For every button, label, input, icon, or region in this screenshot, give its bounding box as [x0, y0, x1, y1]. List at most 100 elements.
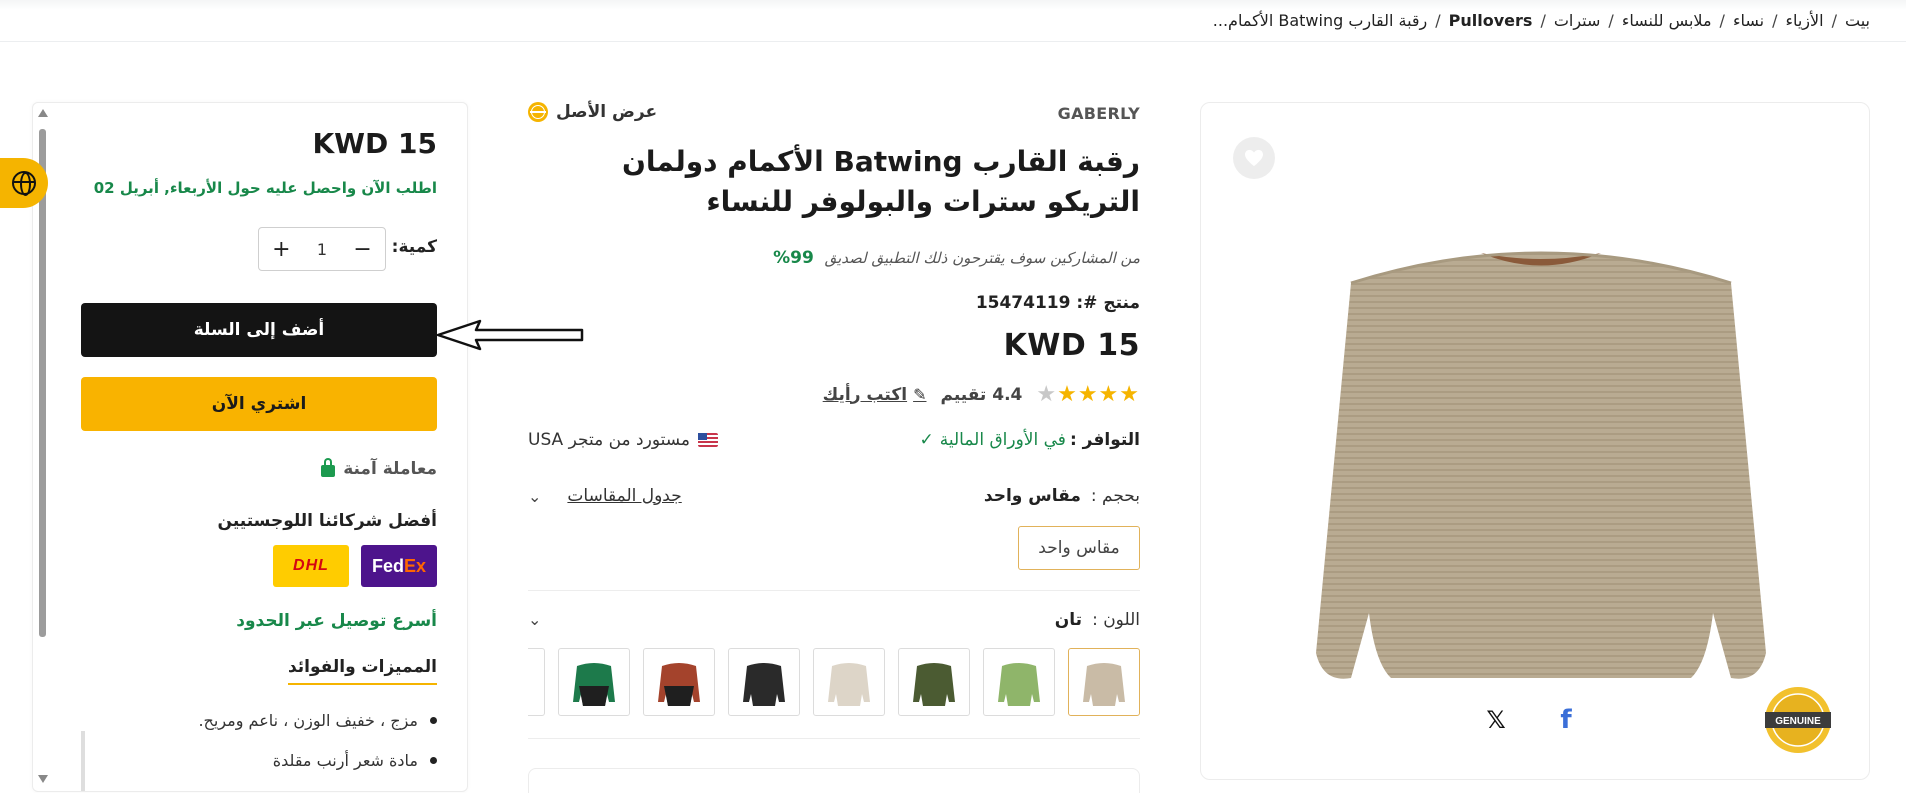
breadcrumb-sweaters[interactable]: سترات — [1554, 11, 1601, 30]
breadcrumb-home[interactable]: بيت — [1845, 11, 1870, 30]
color-label: اللون : تان — [1055, 610, 1140, 630]
buy-now-button[interactable]: اشتري الآن — [81, 377, 437, 431]
write-review-link[interactable]: ✎ اكتب رأيك — [823, 385, 927, 405]
view-original-label: عرض الأصل — [556, 102, 658, 122]
dhl-logo: DHL — [273, 545, 349, 587]
product-price: KWD 15 — [1003, 328, 1140, 363]
color-swatches — [528, 648, 1140, 716]
breadcrumb-separator: / — [1772, 11, 1778, 30]
recommend-text: من المشاركين سوف يقترحون ذلك التطبيق لصد… — [824, 249, 1140, 267]
star-half: ★ — [1036, 382, 1058, 407]
size-chart-toggle[interactable]: جدول المقاسات ⌄ — [528, 486, 682, 506]
facebook-share-icon[interactable]: f — [1553, 705, 1579, 735]
chevron-down-icon[interactable]: ⌄ — [528, 610, 541, 629]
color-swatch-tan[interactable] — [1068, 648, 1140, 716]
divider — [528, 738, 1140, 739]
color-row: اللون : تان ⌄ — [528, 610, 1140, 636]
breadcrumb-separator: / — [1831, 11, 1837, 30]
feature-text: مزج ، خفيف الوزن ، ناعم ومريح. — [198, 711, 418, 730]
features-title: المميزات والفوائد — [287, 657, 437, 685]
language-switcher[interactable] — [0, 158, 48, 208]
chevron-down-icon[interactable]: ⌄ — [528, 487, 541, 506]
color-swatch-green-black[interactable] — [558, 648, 630, 716]
secure-transaction-label: معاملة آمنة — [343, 459, 437, 479]
breadcrumb-fashion[interactable]: الأزياء — [1785, 11, 1823, 30]
delivery-estimate: اطلب الآن واحصل عليه حول الأربعاء, أبريل… — [93, 179, 437, 197]
rating-row: ★★★★★ 4.4 تقييم ✎ اكتب رأيك — [823, 382, 1140, 407]
imported-from: مستورد من متجر USA — [528, 430, 718, 450]
scroll-thumb[interactable] — [39, 129, 46, 637]
color-label-text: اللون : — [1092, 610, 1140, 630]
breadcrumb-separator: / — [1719, 11, 1725, 30]
swatch-sweater-icon — [828, 663, 870, 706]
color-swatch-black[interactable] — [728, 648, 800, 716]
bullet-icon — [430, 757, 437, 764]
product-info: GABERLY عرض الأصل رقبة القارب Batwing ال… — [528, 100, 1140, 793]
size-label-text: بحجم : — [1090, 486, 1140, 506]
stars-full: ★★★★ — [1057, 382, 1140, 407]
recommend-percent: 99% — [773, 248, 814, 268]
view-original-link[interactable]: عرض الأصل — [528, 102, 657, 122]
color-swatch-light-green[interactable] — [983, 648, 1055, 716]
color-swatch-olive[interactable] — [898, 648, 970, 716]
availability: التوافر :في الأوراق المالية✓ — [919, 430, 1140, 450]
brand-name[interactable]: GABERLY — [1058, 104, 1140, 123]
logistics-title: أفضل شركائنا اللوجستيين — [217, 511, 437, 531]
swatch-sweater-icon — [658, 663, 700, 706]
pencil-icon: ✎ — [913, 385, 927, 404]
scroll-down-arrow-icon[interactable] — [38, 775, 48, 783]
product-title: رقبة القارب Batwing الأكمام دولمان التري… — [622, 145, 1140, 218]
genuine-badge-text: GENUINE — [1775, 716, 1821, 727]
feature-text: مادة شعر أرنب مقلدة — [272, 751, 418, 770]
secure-transaction: معاملة آمنة — [321, 458, 437, 479]
scrollbar[interactable] — [37, 107, 49, 787]
fedex-logo-fed: Fed — [371, 555, 404, 576]
color-selected-value: تان — [1054, 610, 1083, 630]
quantity-stepper: + 1 − — [258, 227, 386, 271]
color-swatch-rust-black[interactable] — [643, 648, 715, 716]
fastest-delivery: أسرع توصيل عبر الحدود — [236, 611, 437, 631]
rating-count[interactable]: 4.4 تقييم — [940, 385, 1022, 405]
divider — [81, 731, 85, 791]
breadcrumb-pullovers[interactable]: Pullovers — [1449, 11, 1533, 30]
color-swatch-more[interactable] — [528, 648, 545, 716]
check-icon: ✓ — [919, 430, 934, 450]
reviews-label: تقييم — [940, 384, 987, 405]
us-flag-icon — [698, 433, 718, 447]
availability-label: التوافر : — [1069, 430, 1140, 450]
quantity-label: كمية: — [391, 237, 437, 257]
favorite-button[interactable] — [1233, 137, 1275, 179]
swatch-sweater-icon — [998, 663, 1040, 706]
quantity-value[interactable]: 1 — [317, 240, 327, 259]
quantity-plus-button[interactable]: + — [272, 237, 290, 262]
quantity-minus-button[interactable]: − — [353, 237, 371, 262]
purchase-price: KWD 15 — [312, 127, 437, 160]
heart-icon — [1245, 149, 1263, 167]
swatch-sweater-icon — [743, 663, 785, 706]
swatch-sweater-icon — [913, 663, 955, 706]
breadcrumb-separator: / — [1540, 11, 1546, 30]
color-toggle[interactable]: ⌄ — [528, 610, 541, 629]
add-to-cart-button[interactable]: أضف إلى السلة — [81, 303, 437, 357]
purchase-panel: KWD 15 اطلب الآن واحصل عليه حول الأربعاء… — [32, 102, 468, 792]
arrow-annotation-icon — [436, 319, 584, 351]
product-image-card: GENUINE 𝕏 f — [1200, 102, 1870, 780]
star-rating-icon: ★★★★★ — [1036, 382, 1140, 407]
scroll-up-arrow-icon[interactable] — [38, 109, 48, 117]
product-image[interactable] — [1311, 183, 1771, 703]
breadcrumb-women[interactable]: نساء — [1733, 11, 1764, 30]
product-number-value: 15474119 — [975, 293, 1071, 313]
size-selected-value: مقاس واحد — [983, 486, 1081, 506]
product-number: منتج #: 15474119 — [976, 293, 1140, 313]
breadcrumb-women-clothing[interactable]: ملابس للنساء — [1622, 11, 1712, 30]
feature-item: مادة شعر أرنب مقلدة — [273, 751, 437, 770]
color-swatch-beige[interactable] — [813, 648, 885, 716]
size-option-one-size[interactable]: مقاس واحد — [1018, 526, 1140, 570]
breadcrumb-separator: / — [1608, 11, 1614, 30]
size-chart-link[interactable]: جدول المقاسات — [567, 486, 681, 506]
fedex-logo-ex: Ex — [403, 555, 427, 576]
imported-from-text: مستورد من متجر USA — [528, 430, 690, 450]
globe-icon — [12, 171, 36, 196]
bullet-icon — [430, 717, 437, 724]
x-share-icon[interactable]: 𝕏 — [1483, 706, 1509, 734]
